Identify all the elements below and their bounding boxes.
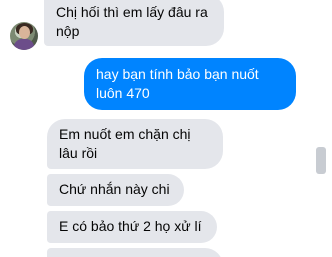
- message-text: Em nuốt em chặn chị lâu rồi: [59, 126, 191, 161]
- incoming-message-bubble[interactable]: Chị hối thì em lấy đâu ra nộp: [44, 0, 224, 46]
- message-text: hay bạn tính bảo bạn nuốt luôn 470: [96, 66, 259, 101]
- scrollbar-thumb[interactable]: [316, 147, 326, 174]
- contact-avatar[interactable]: [10, 22, 38, 50]
- avatar-face-shape: [19, 26, 30, 39]
- outgoing-message-bubble[interactable]: hay bạn tính bảo bạn nuốt luôn 470: [84, 58, 296, 110]
- avatar-body-shape: [14, 39, 34, 50]
- message-text: E có bảo thứ 2 họ xử lí: [59, 218, 202, 234]
- incoming-message-bubble-partial[interactable]: [47, 248, 223, 257]
- message-text: Chị hối thì em lấy đâu ra nộp: [56, 4, 208, 39]
- incoming-message-bubble[interactable]: Em nuốt em chặn chị lâu rồi: [47, 119, 223, 169]
- chat-thread: Chị hối thì em lấy đâu ra nộp hay bạn tí…: [0, 0, 332, 257]
- message-text: Chứ nhắn này chi: [59, 181, 170, 197]
- incoming-message-bubble[interactable]: E có bảo thứ 2 họ xử lí: [47, 211, 217, 243]
- scrollbar-track[interactable]: [314, 0, 332, 257]
- incoming-message-bubble[interactable]: Chứ nhắn này chi: [47, 174, 184, 206]
